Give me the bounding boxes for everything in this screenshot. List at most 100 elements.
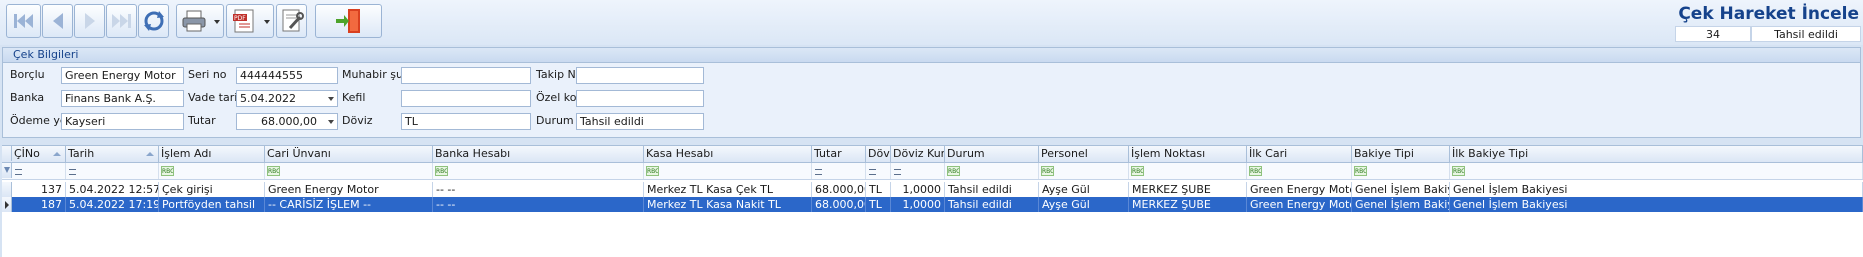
tutar-field[interactable]: 68.000,00 bbox=[236, 113, 338, 130]
table-cell: 5.04.2022 17:19:47 bbox=[66, 197, 159, 212]
title-area: Çek Hareket İncele 34 Tahsil edildi bbox=[1673, 2, 1863, 42]
column-header[interactable]: Cari Ünvanı bbox=[265, 146, 433, 162]
table-cell: Green Energy Motor bbox=[1247, 182, 1352, 197]
doviz-field[interactable]: TL bbox=[401, 113, 531, 130]
column-header[interactable]: Döviz bbox=[866, 146, 891, 162]
column-header[interactable]: İlk Cari bbox=[1247, 146, 1352, 162]
equals-filter-icon bbox=[815, 169, 822, 175]
filter-cell[interactable]: RBC bbox=[433, 163, 644, 179]
filter-cell[interactable] bbox=[66, 163, 159, 179]
filter-cell[interactable] bbox=[891, 163, 945, 179]
table-row[interactable]: 1375.04.2022 12:57:31Çek girişiGreen Ene… bbox=[2, 182, 1863, 197]
equals-filter-icon bbox=[15, 169, 22, 175]
column-header[interactable]: Bakiye Tipi bbox=[1352, 146, 1450, 162]
vade-tarihi-field[interactable]: 5.04.2022 bbox=[236, 90, 338, 107]
column-header-label: İlk Cari bbox=[1249, 147, 1288, 160]
pdf-dropdown-icon[interactable] bbox=[264, 20, 270, 24]
filter-cell[interactable]: RBC bbox=[159, 163, 265, 179]
column-header-label: Tutar bbox=[814, 147, 842, 160]
text-filter-icon: RBC bbox=[1354, 166, 1367, 176]
print-dropdown-icon[interactable] bbox=[214, 20, 220, 24]
table-cell: 68.000,00 bbox=[812, 182, 866, 197]
table-cell: 1,0000 bbox=[891, 197, 945, 212]
refresh-icon bbox=[143, 11, 164, 31]
table-row-selected[interactable]: 1875.04.2022 17:19:47Portföyden tahsil--… bbox=[2, 197, 1863, 212]
banka-label: Banka bbox=[10, 91, 45, 104]
filter-cell[interactable] bbox=[12, 163, 66, 179]
vade-chevron-down-icon[interactable] bbox=[328, 97, 334, 101]
header-indicator bbox=[2, 146, 12, 161]
column-header[interactable]: Kasa Hesabı bbox=[644, 146, 812, 162]
exit-button[interactable] bbox=[315, 4, 382, 38]
table-cell: Portföyden tahsil bbox=[159, 197, 265, 212]
sort-ascending-icon bbox=[146, 152, 154, 156]
table-cell: Ayşe Gül bbox=[1039, 182, 1129, 197]
table-cell: TL bbox=[866, 182, 891, 197]
text-filter-icon: RBC bbox=[1249, 166, 1262, 176]
durum-field[interactable]: Tahsil edildi bbox=[576, 113, 704, 130]
grid-header-row: ÇİNo Tarih İşlem Adı Cari Ünvanı Banka Hesab… bbox=[2, 146, 1863, 163]
column-header-label: Döviz Kuru bbox=[893, 147, 945, 160]
column-header-label: İşlem Adı bbox=[161, 147, 212, 160]
print-button[interactable] bbox=[176, 4, 224, 38]
text-filter-icon: RBC bbox=[947, 166, 960, 176]
filter-cell[interactable]: RBC bbox=[1450, 163, 1863, 179]
seri-no-field[interactable]: 444444555 bbox=[236, 67, 338, 84]
last-record-button[interactable] bbox=[106, 4, 137, 38]
exit-icon bbox=[335, 9, 360, 33]
group-title: Çek Bilgileri bbox=[13, 48, 79, 61]
filter-cell[interactable] bbox=[812, 163, 866, 179]
hareket-grid: ÇİNo Tarih İşlem Adı Cari Ünvanı Banka Hesab… bbox=[2, 145, 1863, 257]
column-header-label: Kasa Hesabı bbox=[646, 147, 714, 160]
table-cell: TL bbox=[866, 197, 891, 212]
column-header[interactable]: Durum bbox=[945, 146, 1039, 162]
filter-cell[interactable]: RBC bbox=[945, 163, 1039, 179]
column-header-label: İşlem Noktası bbox=[1131, 147, 1206, 160]
text-filter-icon: RBC bbox=[267, 166, 280, 176]
table-cell: -- CARİSİZ İŞLEM -- bbox=[265, 197, 433, 212]
filter-cell[interactable] bbox=[866, 163, 891, 179]
odeme-yeri-field[interactable]: Kayseri bbox=[61, 113, 184, 130]
equals-filter-icon bbox=[69, 169, 76, 175]
cek-bilgileri-group: Çek Bilgileri Borçlu Green Energy Motor … bbox=[2, 47, 1861, 138]
durum-label: Durum bbox=[536, 114, 574, 127]
tools-button[interactable] bbox=[276, 4, 307, 38]
group-header: Çek Bilgileri bbox=[3, 48, 1860, 63]
column-header-label: Cari Ünvanı bbox=[267, 147, 331, 160]
filter-cell[interactable]: RBC bbox=[1039, 163, 1129, 179]
column-header[interactable]: Banka Hesabı bbox=[433, 146, 644, 162]
text-filter-icon: RBC bbox=[1131, 166, 1144, 176]
filter-cell[interactable]: RBC bbox=[1247, 163, 1352, 179]
banka-field[interactable]: Finans Bank A.Ş. bbox=[61, 90, 184, 107]
column-header[interactable]: İşlem Noktası bbox=[1129, 146, 1247, 162]
table-cell: Tahsil edildi bbox=[945, 197, 1039, 212]
borclu-field[interactable]: Green Energy Motor bbox=[61, 67, 184, 84]
takip-no-field[interactable] bbox=[576, 67, 704, 84]
filter-cell[interactable]: RBC bbox=[265, 163, 433, 179]
tutar-chevron-down-icon[interactable] bbox=[328, 120, 334, 124]
kefil-field[interactable] bbox=[401, 90, 531, 107]
column-header[interactable]: ÇİNo bbox=[12, 146, 66, 162]
text-filter-icon: RBC bbox=[161, 166, 174, 176]
pdf-export-button[interactable]: PDF bbox=[226, 4, 274, 38]
column-header[interactable]: İşlem Adı bbox=[159, 146, 265, 162]
column-header[interactable]: İlk Bakiye Tipi bbox=[1450, 146, 1863, 162]
table-cell: Genel İşlem Bakiyesi bbox=[1352, 182, 1450, 197]
refresh-button[interactable] bbox=[138, 4, 169, 38]
filter-cell[interactable]: RBC bbox=[644, 163, 812, 179]
muhabir-sube-field[interactable] bbox=[401, 67, 531, 84]
column-header[interactable]: Tarih bbox=[66, 146, 159, 162]
table-cell: 5.04.2022 12:57:31 bbox=[66, 182, 159, 197]
previous-record-button[interactable] bbox=[42, 4, 73, 38]
table-cell: Çek girişi bbox=[159, 182, 265, 197]
first-record-button[interactable] bbox=[6, 4, 41, 38]
filter-cell[interactable]: RBC bbox=[1352, 163, 1450, 179]
next-record-button[interactable] bbox=[74, 4, 105, 38]
kefil-label: Kefil bbox=[342, 91, 366, 104]
column-header[interactable]: Tutar bbox=[812, 146, 866, 162]
row-indicator bbox=[2, 182, 12, 197]
ozel-kod-field[interactable] bbox=[576, 90, 704, 107]
column-header[interactable]: Personel bbox=[1039, 146, 1129, 162]
column-header[interactable]: Döviz Kuru bbox=[891, 146, 945, 162]
filter-cell[interactable]: RBC bbox=[1129, 163, 1247, 179]
